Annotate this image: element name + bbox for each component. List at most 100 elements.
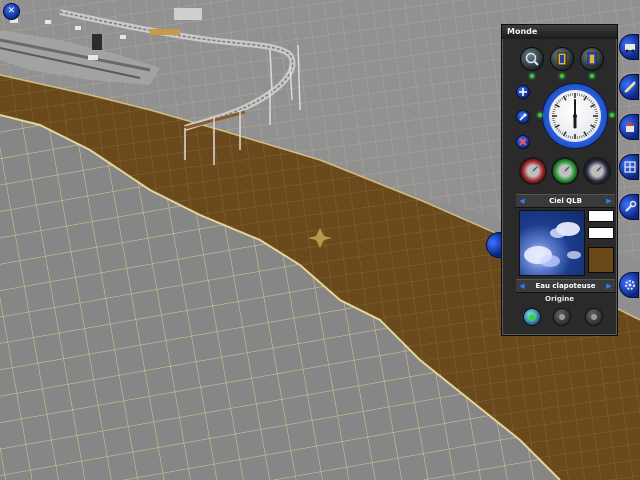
clock-tick xyxy=(593,124,597,126)
world-panel: Monde ◀ Ciel QLB ▶ ◀ Eau clapoteuse ▶ Or… xyxy=(501,24,618,336)
water-selector[interactable]: ◀ Eau clapoteuse ▶ xyxy=(516,279,615,293)
inspect-tool-button[interactable] xyxy=(520,47,544,71)
weather-dial-dark[interactable] xyxy=(583,157,611,185)
water-label: Eau clapoteuse xyxy=(535,282,596,290)
clock-tick xyxy=(593,106,597,108)
clock-tick xyxy=(583,95,588,101)
clock-tick xyxy=(562,131,567,137)
prev-arrow-icon[interactable]: ◀ xyxy=(518,195,526,207)
clock-tick xyxy=(569,93,572,97)
color-swatch-1[interactable] xyxy=(588,210,614,222)
delete-icon xyxy=(519,138,527,146)
clock-tick xyxy=(594,122,597,124)
close-world-button[interactable]: ✕ xyxy=(3,3,20,20)
delete-button[interactable] xyxy=(516,135,530,149)
wrench-icon xyxy=(625,200,637,212)
pin-button[interactable] xyxy=(516,110,530,124)
clock-tick xyxy=(594,119,598,122)
clock-tick xyxy=(594,108,597,110)
side-tab-train[interactable] xyxy=(619,34,639,60)
side-tab-track[interactable] xyxy=(619,74,639,100)
clock-tick xyxy=(559,98,562,101)
weather-dial-green[interactable] xyxy=(551,157,579,185)
clock-tick xyxy=(578,135,581,139)
blue-door-icon xyxy=(587,52,597,66)
clock-tick xyxy=(565,134,567,138)
clock-tick xyxy=(567,135,569,138)
clock-tick xyxy=(561,132,564,135)
close-x-icon: ✕ xyxy=(7,6,16,16)
clock-tick xyxy=(594,110,598,113)
clock-tick xyxy=(591,102,594,105)
side-tab-build[interactable] xyxy=(619,114,639,140)
clock-tick xyxy=(586,97,589,100)
clock-tick xyxy=(583,134,585,138)
add-button[interactable] xyxy=(516,85,530,99)
clock-tick xyxy=(554,124,560,129)
status-light xyxy=(610,113,614,117)
weather-dial-red[interactable] xyxy=(519,157,547,185)
clock-icon xyxy=(552,93,598,139)
origin-label: Origine xyxy=(545,295,574,303)
clock-tick xyxy=(559,131,562,134)
side-tab-settings[interactable] xyxy=(619,272,639,298)
clock-tick xyxy=(590,129,593,132)
clock-tick xyxy=(552,119,556,122)
cloud-sky-icon xyxy=(524,222,581,267)
clock-tick xyxy=(591,127,594,130)
clock-tick xyxy=(578,93,581,97)
clock-tick xyxy=(583,131,588,137)
track-icon xyxy=(624,81,636,93)
clock-tick xyxy=(590,103,596,108)
green-weather-dial-icon xyxy=(560,166,570,176)
clock-tick xyxy=(590,124,596,129)
side-tab-grid[interactable] xyxy=(619,154,639,180)
panel-title: Monde xyxy=(502,25,617,39)
plus-icon xyxy=(519,88,527,96)
water-color-swatch[interactable] xyxy=(588,247,614,273)
clock-tick xyxy=(581,94,583,97)
origin-indicator xyxy=(529,314,535,320)
origin-indicator xyxy=(559,314,565,320)
clock-tick xyxy=(553,106,557,108)
clock-tick xyxy=(557,129,560,132)
clock-tick xyxy=(581,135,583,138)
build-icon xyxy=(625,122,635,132)
clock-tick xyxy=(590,100,593,103)
clock-face xyxy=(549,90,601,142)
blue-door-tool-button[interactable] xyxy=(580,47,604,71)
origin-indicator xyxy=(591,314,597,320)
origin-button-3[interactable] xyxy=(585,308,603,326)
status-light xyxy=(538,113,542,117)
grid-icon xyxy=(624,161,636,173)
clock-tick xyxy=(583,94,585,98)
next-arrow-icon[interactable]: ▶ xyxy=(605,195,613,207)
clock-tick xyxy=(556,102,559,105)
color-swatch-2[interactable] xyxy=(588,227,614,239)
clock-tick xyxy=(588,131,591,134)
prev-arrow-icon[interactable]: ◀ xyxy=(518,280,526,292)
sky-label: Ciel QLB xyxy=(549,197,582,205)
clock-tick xyxy=(553,124,557,126)
side-tab-tools[interactable] xyxy=(619,194,639,220)
time-of-day-clock[interactable] xyxy=(542,83,608,149)
clock-tick xyxy=(553,108,556,110)
clock-tick xyxy=(565,94,567,98)
train-icon xyxy=(625,44,635,53)
dark-weather-dial-icon xyxy=(592,166,602,176)
clock-tick xyxy=(588,98,591,101)
sky-preview[interactable] xyxy=(519,210,585,276)
clock-hub xyxy=(573,114,577,118)
clock-tick xyxy=(557,100,560,103)
clock-tick xyxy=(552,110,556,113)
sky-selector[interactable]: ◀ Ciel QLB ▶ xyxy=(516,194,615,208)
origin-button-1[interactable] xyxy=(523,308,541,326)
clock-tick xyxy=(586,132,589,135)
status-light xyxy=(590,74,594,78)
clock-tick xyxy=(561,97,564,100)
next-arrow-icon[interactable]: ▶ xyxy=(605,280,613,292)
yellow-door-tool-button[interactable] xyxy=(550,47,574,71)
origin-button-2[interactable] xyxy=(553,308,571,326)
gear-icon xyxy=(625,280,635,290)
clock-tick xyxy=(553,122,556,124)
